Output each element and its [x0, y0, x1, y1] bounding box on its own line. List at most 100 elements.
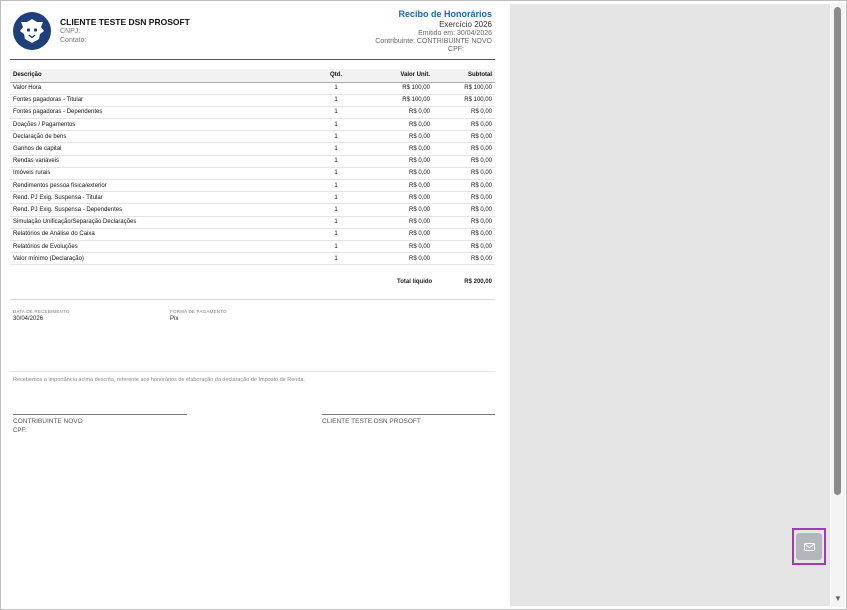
vertical-scrollbar[interactable]: ▼ — [831, 3, 845, 607]
row-subtotal: R$ 0,00 — [433, 155, 495, 168]
table-row: Valor mínimo (Declaração) 1 R$ 0,00 R$ 0,00 — [10, 252, 495, 266]
row-quantity: 1 — [311, 118, 361, 132]
total-divider — [10, 299, 495, 300]
table-row: Ganhos de capital 1 R$ 0,00 R$ 0,00 — [10, 142, 495, 156]
row-quantity: 1 — [311, 106, 361, 120]
row-subtotal: R$ 100,00 — [433, 82, 495, 95]
pdf-viewer-frame: CLIENTE TESTE DSN PROSOFT CNPJ: Contato:… — [0, 0, 847, 610]
row-quantity: 1 — [311, 179, 361, 193]
row-quantity: 1 — [311, 240, 361, 254]
row-subtotal: R$ 0,00 — [433, 130, 495, 144]
scrollbar-thumb[interactable] — [834, 7, 841, 495]
row-quantity: 1 — [311, 155, 361, 168]
row-quantity: 1 — [311, 130, 361, 144]
signature-line-taxpayer — [13, 414, 187, 415]
row-subtotal: R$ 0,00 — [433, 240, 495, 254]
send-email-button[interactable] — [792, 528, 826, 565]
table-row: Imóveis rurais 1 R$ 0,00 R$ 0,00 — [10, 167, 495, 181]
row-description: Relatórios de Evoluções — [10, 240, 311, 254]
row-unit-value: R$ 0,00 — [361, 118, 433, 132]
table-row: Relatórios de Evoluções 1 R$ 0,00 R$ 0,00 — [10, 240, 495, 254]
table-row: Fontes pagadoras - Dependentes 1 R$ 0,00 R$… — [10, 106, 495, 120]
row-subtotal: R$ 0,00 — [433, 118, 495, 132]
row-subtotal: R$ 0,00 — [433, 252, 495, 266]
row-description: Relatórios de Análise do Caixa — [10, 228, 311, 241]
row-unit-value: R$ 0,00 — [361, 130, 433, 144]
row-unit-value: R$ 0,00 — [361, 203, 433, 217]
row-description: Declaração de bens — [10, 130, 311, 144]
header-unit-value: Valor Unit. — [361, 69, 433, 83]
receipt-taxpayer: Contribuinte: CONTRIBUINTE NOVO — [375, 38, 492, 45]
row-quantity: 1 — [311, 167, 361, 181]
header-subtotal: Subtotal — [433, 69, 495, 83]
row-unit-value: R$ 0,00 — [361, 179, 433, 193]
row-subtotal: R$ 0,00 — [433, 142, 495, 156]
viewer-background — [510, 4, 830, 606]
receipt-date-label: DATA DE RECEBIMENTO — [13, 309, 70, 314]
receipt-title: Recibo de Honorários — [398, 9, 492, 19]
table-header-row: Descrição Qtd. Valor Unit. Subtotal — [10, 69, 495, 83]
row-unit-value: R$ 0,00 — [361, 228, 433, 241]
signature-line-company — [322, 414, 495, 415]
row-description: Fontes pagadoras - Titular — [10, 94, 311, 107]
row-description: Valor mínimo (Declaração) — [10, 252, 311, 266]
row-description: Imóveis rurais — [10, 167, 311, 181]
declaration-divider — [10, 371, 495, 372]
fees-table: Descrição Qtd. Valor Unit. Subtotal Valo… — [10, 69, 495, 266]
total-label: Total líquido — [397, 279, 433, 285]
row-quantity: 1 — [311, 142, 361, 156]
payment-method-label: FORMA DE PAGAMENTO — [170, 309, 227, 314]
row-description: Rendas variáveis — [10, 155, 311, 168]
row-quantity: 1 — [311, 252, 361, 266]
row-description: Rend. PJ Exig. Suspensa - Dependentes — [10, 203, 311, 217]
table-row: Doações / Pagamentos 1 R$ 0,00 R$ 0,00 — [10, 118, 495, 132]
table-row: Fontes pagadoras - Titular 1 R$ 100,00 R$ 1… — [10, 94, 495, 107]
row-unit-value: R$ 0,00 — [361, 142, 433, 156]
row-unit-value: R$ 0,00 — [361, 191, 433, 205]
table-row: Simulação Unificação/Separação Declaraçõ… — [10, 216, 495, 229]
company-cnpj-label: CNPJ: — [60, 28, 81, 35]
row-description: Valor Hora — [10, 82, 311, 95]
row-subtotal: R$ 0,00 — [433, 228, 495, 241]
table-row: Declaração de bens 1 R$ 0,00 R$ 0,00 — [10, 130, 495, 144]
row-description: Simulação Unificação/Separação Declaraçõ… — [10, 216, 311, 229]
envelope-icon — [803, 542, 815, 551]
receipt-document: CLIENTE TESTE DSN PROSOFT CNPJ: Contato:… — [4, 4, 510, 606]
header-description: Descrição — [10, 69, 311, 83]
table-row: Rendas variáveis 1 R$ 0,00 R$ 0,00 — [10, 155, 495, 168]
row-unit-value: R$ 0,00 — [361, 106, 433, 120]
row-subtotal: R$ 0,00 — [433, 106, 495, 120]
signature-company-name: CLIENTE TESTE DSN PROSOFT — [322, 418, 421, 425]
row-quantity: 1 — [311, 228, 361, 241]
header-quantity: Qtd. — [311, 69, 361, 83]
row-subtotal: R$ 0,00 — [433, 167, 495, 181]
row-quantity: 1 — [311, 191, 361, 205]
payment-method-value: Pix — [170, 316, 179, 322]
row-quantity: 1 — [311, 216, 361, 229]
row-description: Rendimentos pessoa física/exterior — [10, 179, 311, 193]
signature-taxpayer-cpf: CPF: — [13, 428, 27, 434]
lion-head-logo — [13, 12, 51, 50]
table-row: Rend. PJ Exig. Suspensa - Titular 1 R$ 0,0… — [10, 191, 495, 205]
row-unit-value: R$ 100,00 — [361, 82, 433, 95]
scroll-down-icon[interactable]: ▼ — [834, 595, 842, 603]
row-description: Fontes pagadoras - Dependentes — [10, 106, 311, 120]
receipt-issued-date: Emitido em: 30/04/2026 — [418, 30, 492, 37]
header-divider — [10, 59, 495, 60]
row-unit-value: R$ 0,00 — [361, 216, 433, 229]
company-contact-label: Contato: — [60, 37, 87, 44]
row-subtotal: R$ 100,00 — [433, 94, 495, 107]
table-row: Rendimentos pessoa física/exterior 1 R$ 0,… — [10, 179, 495, 193]
company-name: CLIENTE TESTE DSN PROSOFT — [60, 17, 190, 27]
row-unit-value: R$ 0,00 — [361, 155, 433, 168]
row-subtotal: R$ 0,00 — [433, 191, 495, 205]
row-subtotal: R$ 0,00 — [433, 179, 495, 193]
receipt-year: Exercício 2026 — [439, 20, 492, 29]
row-quantity: 1 — [311, 82, 361, 95]
row-unit-value: R$ 100,00 — [361, 94, 433, 107]
row-description: Doações / Pagamentos — [10, 118, 311, 132]
send-email-button-inner[interactable] — [796, 533, 822, 560]
total-value: R$ 200,00 — [464, 279, 492, 285]
signature-taxpayer-name: CONTRIBUINTE NOVO — [13, 418, 83, 425]
table-row: Valor Hora 1 R$ 100,00 R$ 100,00 — [10, 82, 495, 95]
